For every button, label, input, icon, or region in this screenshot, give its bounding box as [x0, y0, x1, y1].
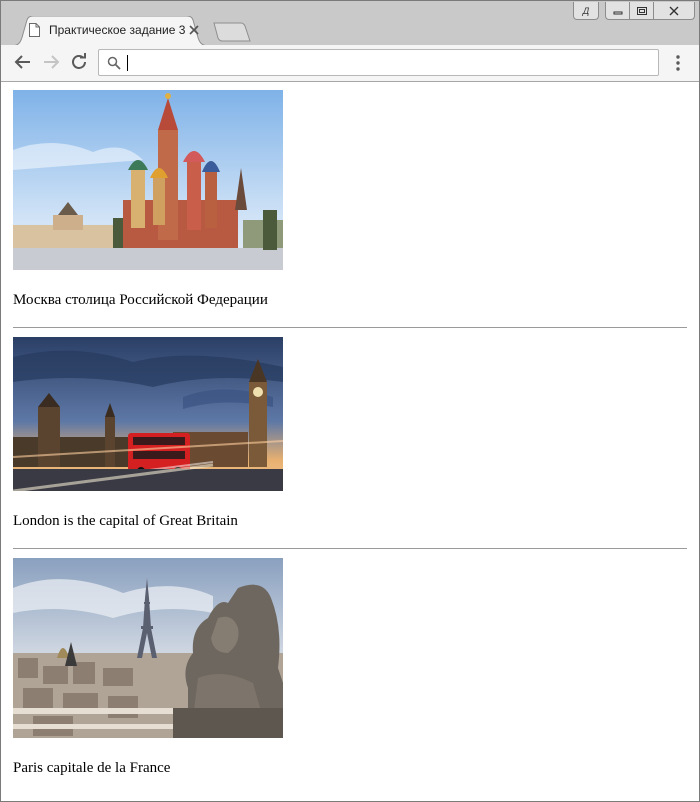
list-item-london: London is the capital of Great Britain: [13, 337, 283, 530]
search-icon: [107, 56, 121, 70]
back-arrow-icon[interactable]: [13, 52, 33, 72]
london-big-ben-image: [13, 337, 283, 491]
tab-active[interactable]: Практическое задание 3: [11, 16, 209, 46]
paris-eiffel-gargoyle-image: [13, 558, 283, 738]
tab-strip: Практическое задание 3 Д: [1, 1, 699, 46]
caption-london: London is the capital of Great Britain: [13, 513, 238, 529]
close-icon: [669, 6, 679, 15]
address-bar[interactable]: [98, 49, 659, 76]
minimize-icon: [613, 11, 622, 14]
menu-dots-icon[interactable]: [671, 53, 685, 73]
new-tab-button[interactable]: [213, 22, 251, 42]
profile-badge: Д: [582, 5, 590, 16]
moscow-cathedral-image: [13, 90, 283, 270]
tab-title: Практическое задание 3: [49, 23, 186, 37]
close-window-button[interactable]: [653, 2, 695, 20]
divider: [13, 327, 687, 328]
forward-arrow-icon[interactable]: [41, 52, 61, 72]
profile-button[interactable]: Д: [573, 2, 599, 20]
document-icon: [29, 23, 40, 37]
text-cursor: [127, 55, 128, 71]
browser-window: Практическое задание 3 Д Москва столица …: [0, 0, 700, 802]
list-item-paris: Paris capitale de la France: [13, 558, 283, 777]
caption-moscow: Москва столица Российской Федерации: [13, 292, 268, 308]
maximize-icon: [636, 6, 647, 15]
divider: [13, 548, 687, 549]
page-viewport: Москва столица Российской Федерации Lond…: [1, 82, 699, 801]
close-tab-icon[interactable]: [188, 24, 200, 36]
caption-paris: Paris capitale de la France: [13, 760, 171, 776]
maximize-button[interactable]: [629, 2, 653, 20]
reload-icon[interactable]: [69, 52, 89, 72]
browser-toolbar: [1, 45, 699, 82]
list-item-moscow: Москва столица Российской Федерации: [13, 90, 283, 309]
minimize-button[interactable]: [605, 2, 629, 20]
